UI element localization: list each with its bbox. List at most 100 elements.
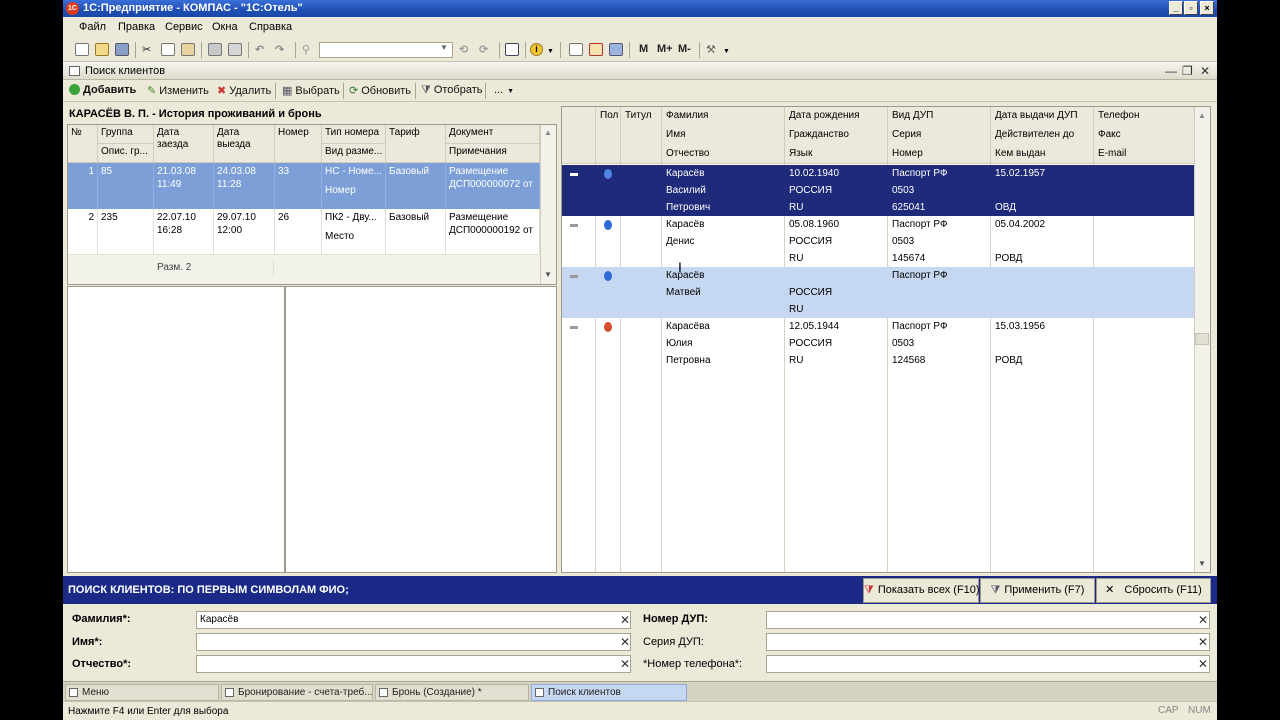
print-icon[interactable] (208, 43, 222, 56)
phone-clear-icon[interactable]: ✕ (1198, 657, 1208, 671)
edit-button[interactable]: ✎ Изменить (147, 84, 209, 97)
windows-icon[interactable] (505, 43, 519, 56)
col-header-notes[interactable]: Примечания (446, 144, 540, 163)
col-header-series[interactable]: Серия (888, 126, 991, 145)
col-header-fax[interactable]: Факс (1094, 126, 1194, 145)
memory-button[interactable]: M (639, 43, 648, 55)
chevron-down-icon[interactable]: ▼ (547, 48, 554, 55)
col-header-email[interactable]: E-mail (1094, 145, 1194, 164)
maximize-button[interactable]: ▫ (1184, 1, 1198, 15)
close-button[interactable]: × (1200, 1, 1214, 15)
undo-icon[interactable]: ↶ (255, 43, 264, 56)
select-button[interactable]: ▦ Выбрать (282, 84, 340, 97)
form-close-button[interactable]: ✕ (1200, 64, 1210, 78)
find-prev-icon[interactable]: ⟳ (479, 43, 488, 56)
apply-button[interactable]: ⧩ Применить (F7) (980, 578, 1095, 603)
more-actions-button[interactable]: ... ▼ (494, 84, 514, 96)
form-restore-button[interactable]: ❐ (1182, 64, 1193, 78)
memory-plus-button[interactable]: M+ (657, 43, 673, 55)
col-header-docnumber[interactable]: Номер (888, 145, 991, 164)
task-booking-create[interactable]: Бронь (Создание) * (375, 684, 529, 701)
col-header-placement[interactable]: Вид разме... (322, 144, 386, 163)
col-header-tariff[interactable]: Тариф (386, 125, 446, 163)
cut-icon[interactable]: ✂ (142, 43, 151, 56)
task-client-search[interactable]: Поиск клиентов (531, 684, 687, 701)
col-header-room[interactable]: Номер (275, 125, 322, 163)
menu-windows[interactable]: Окна (212, 21, 238, 33)
memory-minus-button[interactable]: M- (678, 43, 691, 55)
tools-icon[interactable]: ⚒ (706, 43, 716, 56)
minimize-button[interactable]: _ (1169, 1, 1183, 15)
surname-clear-icon[interactable]: ✕ (620, 613, 630, 627)
history-table[interactable]: № Группа Опис. гр... Дата заезда Дата вы… (67, 124, 557, 285)
col-header-issuer[interactable]: Кем выдан (991, 145, 1094, 164)
col-header-roomtype[interactable]: Тип номера (322, 125, 386, 144)
show-all-button[interactable]: ⧩ Показать всех (F10) (863, 578, 980, 603)
task-menu[interactable]: Меню (65, 684, 219, 701)
menu-service[interactable]: Сервис (165, 21, 203, 33)
col-header-checkout[interactable]: Дата выезда (214, 125, 275, 163)
col-header-patronymic[interactable]: Отчество (662, 145, 785, 164)
col-header-language[interactable]: Язык (785, 145, 888, 164)
docseries-clear-icon[interactable]: ✕ (1198, 635, 1208, 649)
print-preview-icon[interactable] (228, 43, 242, 56)
users-icon[interactable] (609, 43, 623, 56)
menu-edit[interactable]: Правка (118, 21, 155, 33)
menu-file[interactable]: Файл (79, 21, 106, 33)
name-clear-icon[interactable]: ✕ (620, 635, 630, 649)
toolbar-search-input[interactable] (319, 42, 453, 58)
docnumber-input[interactable] (766, 611, 1210, 629)
task-booking-bills[interactable]: Бронирование - счета-треб... (221, 684, 373, 701)
filter-button[interactable]: ⧩ Отобрать (421, 84, 482, 97)
col-header-sex[interactable]: Пол (596, 107, 621, 164)
toolbar-separator (415, 83, 416, 99)
col-header-issued[interactable]: Дата выдачи ДУП (991, 107, 1094, 126)
col-header-surname[interactable]: Фамилия (662, 107, 785, 126)
search-icon[interactable]: ⚲ (302, 43, 310, 56)
history-scrollbar[interactable] (540, 125, 556, 284)
add-button[interactable]: Добавить (69, 84, 136, 96)
col-header-checkin[interactable]: Дата заезда (154, 125, 214, 163)
col-header-doctype[interactable]: Вид ДУП (888, 107, 991, 126)
col-header-document[interactable]: Документ (446, 125, 540, 144)
chevron-down-icon[interactable]: ▼ (440, 43, 448, 52)
name-input[interactable] (196, 633, 631, 651)
calculator-icon[interactable] (569, 43, 583, 56)
patronymic-clear-icon[interactable]: ✕ (620, 657, 630, 671)
redo-icon[interactable]: ↷ (275, 43, 284, 56)
form-minimize-button[interactable]: — (1165, 64, 1177, 78)
col-header-birthdate[interactable]: Дата рождения (785, 107, 888, 126)
info-icon[interactable]: i (530, 43, 543, 56)
scroll-down-icon[interactable]: ▼ (1198, 559, 1206, 568)
find-next-icon[interactable]: ⟲ (459, 43, 468, 56)
col-header-num[interactable]: № (68, 125, 98, 163)
refresh-button[interactable]: ⟳ Обновить (349, 84, 411, 97)
col-header-title[interactable]: Титул (621, 107, 662, 164)
patronymic-input[interactable] (196, 655, 631, 673)
docseries-input[interactable] (766, 633, 1210, 651)
col-header-phone[interactable]: Телефон (1094, 107, 1194, 126)
copy-icon[interactable] (161, 43, 175, 56)
scroll-up-icon[interactable]: ▲ (544, 128, 552, 137)
clients-table[interactable]: Пол Титул Фамилия Имя Отчество Дата рожд… (561, 106, 1211, 573)
save-icon[interactable] (115, 43, 129, 56)
chevron-down-icon[interactable]: ▼ (723, 48, 730, 55)
surname-input[interactable]: Карасёв (196, 611, 631, 629)
menu-help[interactable]: Справка (249, 21, 292, 33)
calendar-icon[interactable] (589, 43, 603, 56)
col-header-citizenship[interactable]: Гражданство (785, 126, 888, 145)
phone-input[interactable] (766, 655, 1210, 673)
scroll-down-icon[interactable]: ▼ (544, 270, 552, 279)
col-header-name[interactable]: Имя (662, 126, 785, 145)
open-folder-icon[interactable] (95, 43, 109, 56)
reset-button[interactable]: ✕ Сбросить (F11) (1096, 578, 1211, 603)
col-header-valid[interactable]: Действителен до (991, 126, 1094, 145)
scroll-thumb[interactable] (1195, 333, 1209, 345)
paste-icon[interactable] (181, 43, 195, 56)
scroll-up-icon[interactable]: ▲ (1198, 111, 1206, 120)
docnumber-clear-icon[interactable]: ✕ (1198, 613, 1208, 627)
new-document-icon[interactable] (75, 43, 89, 56)
delete-button[interactable]: ✖ Удалить (217, 84, 271, 97)
col-header-group[interactable]: Группа (98, 125, 154, 144)
col-header-group-desc[interactable]: Опис. гр... (98, 144, 154, 163)
